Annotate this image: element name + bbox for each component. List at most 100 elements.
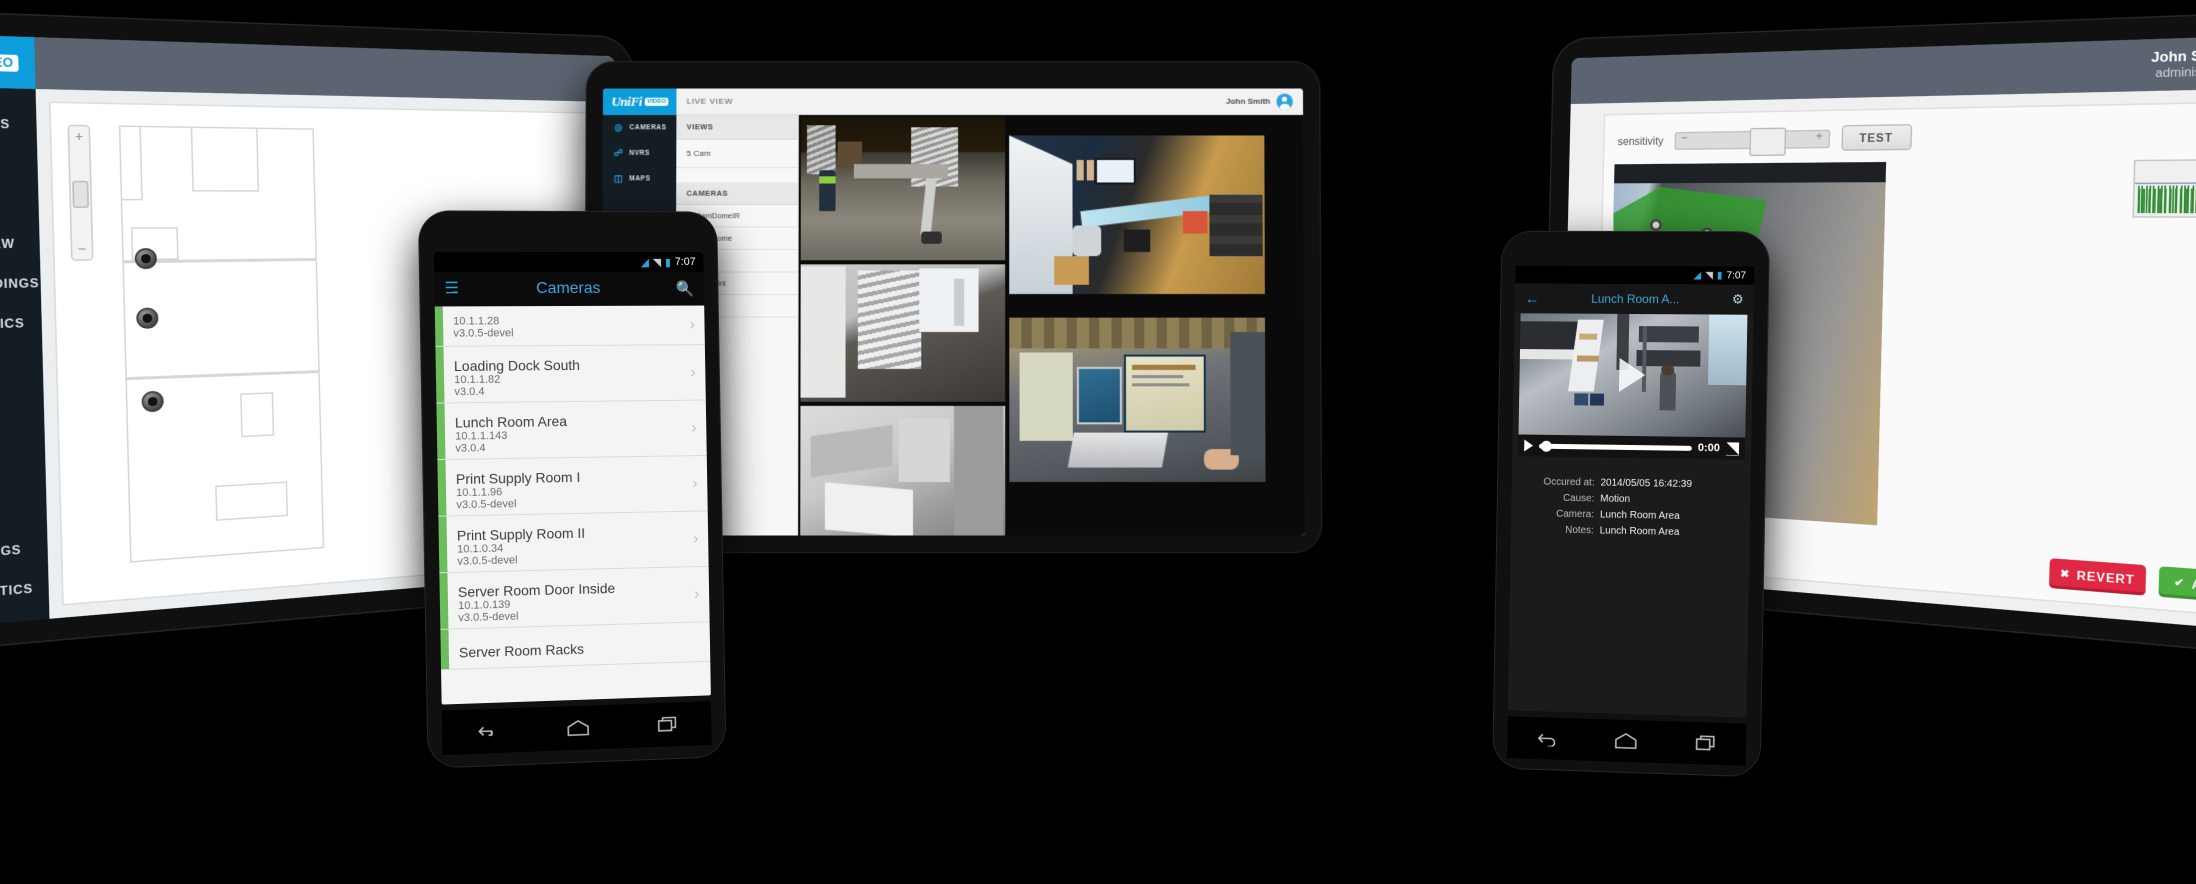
list-item[interactable]: Loading Dock South 10.1.1.82 v3.0.4 › <box>435 345 706 404</box>
phone-left-screen: ◢ ◥ ▮ 7:07 ☰ Cameras 🔍 10.1.1.28 v3.0.5-… <box>433 251 711 705</box>
list-item[interactable]: Lunch Room Area 10.1.1.143 v3.0.4 › <box>436 400 707 461</box>
player-time: 0:00 <box>1697 441 1721 455</box>
play-button-icon[interactable] <box>1524 439 1534 452</box>
chevron-right-icon: › <box>689 315 695 333</box>
sidebar-item-nvrs[interactable]: ☍ NVRS <box>0 142 38 183</box>
floorplan-wall <box>215 481 289 521</box>
battery-icon: ▮ <box>1716 269 1723 281</box>
back-icon[interactable] <box>1535 730 1557 747</box>
sidebar-item-analytics[interactable]: ╲ ANALYTICS <box>0 303 42 347</box>
views-header-label: VIEWS <box>686 122 714 132</box>
test-button[interactable]: TEST <box>1840 123 1912 151</box>
sidebar-item-logs[interactable]: ◫ LOGS <box>0 607 50 632</box>
sidebar-item-nvrs[interactable]: ☍ NVRS <box>603 141 677 167</box>
user-role: administrator <box>2155 63 2196 80</box>
apply-button[interactable]: ✔ APPLY <box>2158 566 2196 605</box>
sidebar-item-cameras[interactable]: ◎ CAMERAS <box>603 115 677 141</box>
hamburger-icon[interactable]: ☰ <box>444 280 459 297</box>
back-arrow-icon[interactable]: ← <box>1525 290 1540 307</box>
detail-row: Camera: Lunch Room Area <box>1521 508 1740 523</box>
home-icon[interactable] <box>1614 732 1638 751</box>
play-icon[interactable] <box>1618 357 1646 393</box>
seek-bar[interactable] <box>1538 440 1692 452</box>
detail-label: Notes: <box>1565 524 1594 537</box>
camera-icon: ◎ <box>614 122 623 133</box>
slider-plus-label[interactable]: + <box>1816 129 1823 142</box>
camera-tile-loading-dock[interactable] <box>800 117 1006 261</box>
zoom-out-label[interactable]: − <box>72 241 92 256</box>
avatar[interactable] <box>1276 93 1293 110</box>
list-item[interactable]: Print Supply Room I 10.1.1.96 v3.0.5-dev… <box>437 455 708 517</box>
list-item[interactable]: Server Room Racks <box>440 622 711 671</box>
sidebar-item-maps[interactable]: ◫ MAPS <box>0 183 39 224</box>
sidebar-item-maps[interactable]: ◫ MAPS <box>603 166 677 192</box>
android-action-bar: ☰ Cameras 🔍 <box>434 271 705 307</box>
detail-value: 2014/05/05 16:42:39 <box>1600 477 1693 491</box>
chevron-right-icon: › <box>692 474 698 492</box>
tablet-right-header: John Smith administrator <box>1570 33 2196 105</box>
search-icon[interactable]: 🔍 <box>676 280 694 298</box>
detail-value: Motion <box>1600 493 1631 505</box>
close-icon: ✖ <box>2059 569 2071 581</box>
detail-label: Cause: <box>1562 492 1595 505</box>
camera-tile-office-desks[interactable] <box>1009 135 1265 295</box>
back-icon[interactable] <box>476 723 498 740</box>
view-item-label: 5 Cam <box>686 148 711 158</box>
tablet-left-header <box>34 37 627 105</box>
recording-player[interactable] <box>1518 313 1748 438</box>
camera-name: Server Room Racks <box>458 640 585 661</box>
gear-icon[interactable]: ⚙ <box>1732 292 1744 308</box>
signal-icon: ◥ <box>652 256 662 269</box>
sidebar-item-label: LIVE VIEW <box>0 236 16 251</box>
sensitivity-slider-knob[interactable] <box>1748 126 1786 156</box>
recents-icon[interactable] <box>657 715 679 734</box>
list-item[interactable]: Server Room Door Inside 10.1.0.139 v3.0.… <box>439 566 710 630</box>
sensitivity-slider[interactable]: − + <box>1674 126 1830 156</box>
cameras-header-label: CAMERAS <box>686 188 729 198</box>
zoom-in-label[interactable]: + <box>69 129 89 144</box>
battery-icon: ▮ <box>664 256 672 269</box>
map-zoom-slider[interactable]: + − <box>67 124 94 262</box>
slider-minus-label[interactable]: − <box>1681 131 1688 144</box>
floorplan-wall <box>118 125 143 201</box>
fullscreen-icon[interactable] <box>1725 441 1740 456</box>
screen-title: Cameras <box>536 279 601 298</box>
sensitivity-row: sensitivity − + TEST <box>1617 115 2196 156</box>
apply-button-label: APPLY <box>2191 577 2196 595</box>
list-item[interactable]: 10.1.1.28 v3.0.5-devel › <box>434 305 705 347</box>
camera-list[interactable]: 10.1.1.28 v3.0.5-devel › Loading Dock So… <box>434 305 711 705</box>
android-status-bar: ◢ ◥ ▮ 7:07 <box>1515 265 1755 285</box>
user-name: John Smith <box>2151 47 2196 66</box>
status-time: 7:07 <box>674 256 696 268</box>
camera-version: v3.0.5-devel <box>453 327 514 340</box>
camera-coverage-cone <box>151 389 269 486</box>
live-view-grid <box>798 115 1305 536</box>
camera-marker[interactable] <box>134 248 158 270</box>
camera-tile-stairwell[interactable] <box>800 264 1006 402</box>
camera-tile-workstation[interactable] <box>1009 317 1266 482</box>
chevron-right-icon: › <box>691 418 697 436</box>
map-icon: ◫ <box>613 173 624 184</box>
revert-button[interactable]: ✖ REVERT <box>2049 558 2147 596</box>
sensitivity-label: sensitivity <box>1617 134 1664 148</box>
nvr-icon: ☍ <box>613 147 624 158</box>
unifi-logo-center: UniFi VIDEO <box>602 88 677 116</box>
revert-button-label: REVERT <box>2076 568 2135 587</box>
view-item-5cam[interactable]: 5 Cam <box>676 139 798 169</box>
list-item[interactable]: Print Supply Room II 10.1.0.34 v3.0.5-de… <box>438 511 709 574</box>
android-status-bar: ◢ ◥ ▮ 7:07 <box>433 251 704 273</box>
sidebar-item-live-view[interactable]: ▦ LIVE VIEW <box>0 223 40 265</box>
sidebar-item-label: NVRS <box>629 149 650 157</box>
home-icon[interactable] <box>566 718 590 737</box>
camera-tile-print-room-ir[interactable] <box>800 405 1006 536</box>
seek-handle[interactable] <box>1540 440 1552 452</box>
recents-icon[interactable] <box>1695 734 1717 753</box>
cameras-section-header: CAMERAS <box>676 182 798 205</box>
detail-value: Lunch Room Area <box>1599 525 1680 538</box>
sidebar-item-label: CAMERAS <box>0 115 11 131</box>
player-controls[interactable]: 0:00 <box>1518 434 1746 460</box>
sidebar-item-recordings[interactable]: ▯ RECORDINGS <box>0 263 41 306</box>
sidebar-item-cameras[interactable]: ◎ CAMERAS <box>0 101 37 144</box>
zoom-slider-knob[interactable] <box>72 180 89 208</box>
detail-row: Cause: Motion <box>1521 492 1740 507</box>
